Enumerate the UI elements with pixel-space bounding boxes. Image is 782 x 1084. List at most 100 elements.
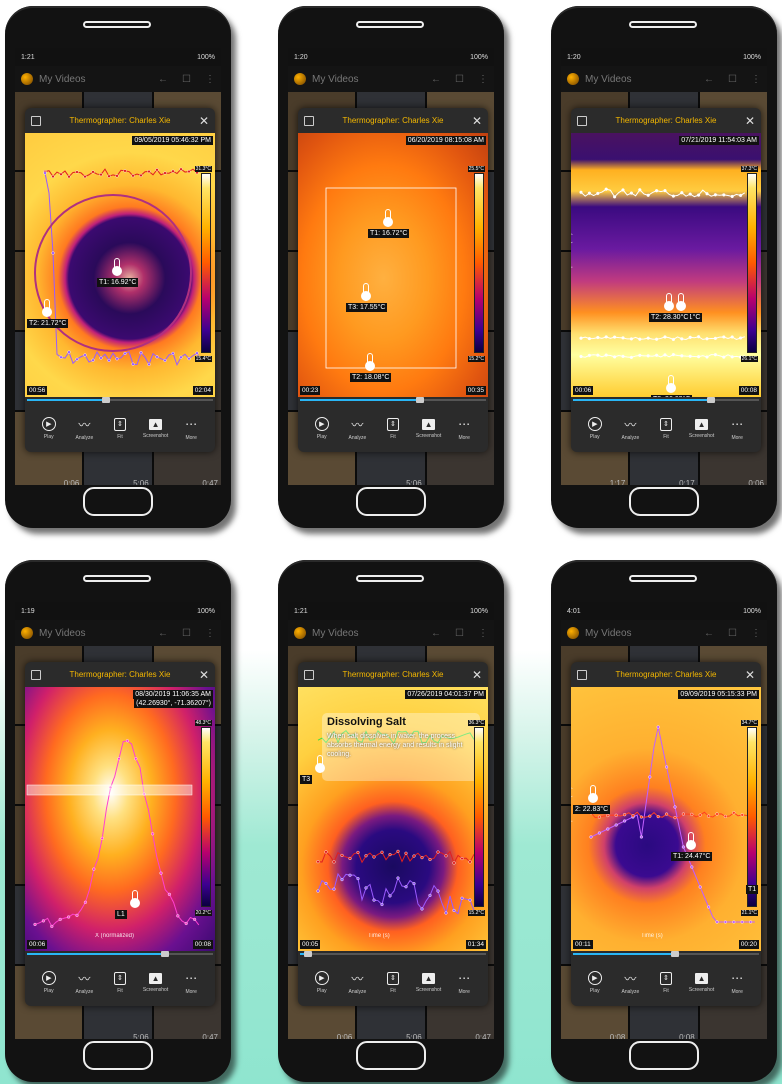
thermometer-icon[interactable] (129, 890, 139, 906)
screenshot-button[interactable]: ▲ Screenshot (139, 419, 173, 439)
home-button[interactable] (356, 487, 426, 516)
more-button[interactable]: ⋯ More (720, 970, 754, 995)
thermometer-icon[interactable] (360, 283, 370, 299)
select-icon[interactable]: ☐ (728, 628, 737, 639)
menu-icon[interactable]: ⋮ (478, 628, 488, 639)
back-icon[interactable]: ← (431, 628, 441, 639)
thermometer-icon[interactable] (41, 299, 51, 315)
thermometer-icon[interactable] (760, 865, 761, 881)
close-icon[interactable]: ✕ (199, 669, 209, 681)
more-button[interactable]: ⋯ More (447, 416, 481, 441)
back-icon[interactable]: ← (431, 74, 441, 85)
analyze-button[interactable]: 〰 Analyze (340, 970, 374, 995)
screenshot-button[interactable]: ▲ Screenshot (139, 973, 173, 993)
select-checkbox[interactable] (31, 116, 41, 126)
color-scale[interactable] (474, 727, 484, 907)
close-icon[interactable]: ✕ (745, 115, 755, 127)
home-button[interactable] (83, 1041, 153, 1070)
analyze-button[interactable]: 〰 Analyze (613, 416, 647, 441)
play-button[interactable]: ▶ Play (578, 971, 612, 994)
back-icon[interactable]: ← (158, 628, 168, 639)
play-button[interactable]: ▶ Play (32, 417, 66, 440)
select-checkbox[interactable] (577, 670, 587, 680)
thermometer-icon[interactable] (587, 785, 597, 801)
close-icon[interactable]: ✕ (472, 115, 482, 127)
select-checkbox[interactable] (577, 116, 587, 126)
more-button[interactable]: ⋯ More (174, 970, 208, 995)
play-button[interactable]: ▶ Play (32, 971, 66, 994)
color-scale[interactable] (474, 173, 484, 353)
seek-handle[interactable] (304, 951, 312, 957)
seek-handle[interactable] (416, 397, 424, 403)
fit-button[interactable]: ⇕ Fit (376, 972, 410, 994)
seek-bar[interactable] (571, 951, 761, 957)
select-checkbox[interactable] (304, 116, 314, 126)
thermometer-icon[interactable] (314, 755, 324, 771)
color-scale[interactable] (201, 173, 211, 353)
thermal-image[interactable]: 09/05/2019 05:46:32 PM 31.3°C 15.4°C T1:… (25, 133, 215, 397)
screenshot-button[interactable]: ▲ Screenshot (412, 419, 446, 439)
seek-bar[interactable] (298, 397, 488, 403)
menu-icon[interactable]: ⋮ (205, 74, 215, 85)
thermal-image[interactable]: 07/21/2019 11:54:03 AM Temperature (°C) … (571, 133, 761, 397)
home-button[interactable] (629, 1041, 699, 1070)
analyze-button[interactable]: 〰 Analyze (340, 416, 374, 441)
menu-icon[interactable]: ⋮ (751, 74, 761, 85)
close-icon[interactable]: ✕ (745, 669, 755, 681)
thermometer-icon[interactable] (675, 293, 685, 309)
more-button[interactable]: ⋯ More (447, 970, 481, 995)
seek-bar[interactable] (298, 951, 488, 957)
close-icon[interactable]: ✕ (199, 115, 209, 127)
seek-bar[interactable] (571, 397, 761, 403)
close-icon[interactable]: ✕ (472, 669, 482, 681)
thermal-image[interactable]: 06/20/2019 08:15:08 AM 25.5°C 15.2°C T1:… (298, 133, 488, 397)
seek-handle[interactable] (671, 951, 679, 957)
select-icon[interactable]: ☐ (455, 74, 464, 85)
back-icon[interactable]: ← (704, 628, 714, 639)
home-button[interactable] (629, 487, 699, 516)
thermometer-icon[interactable] (665, 375, 675, 391)
home-button[interactable] (356, 1041, 426, 1070)
seek-bar[interactable] (25, 951, 215, 957)
select-icon[interactable]: ☐ (455, 628, 464, 639)
menu-icon[interactable]: ⋮ (751, 628, 761, 639)
fit-button[interactable]: ⇕ Fit (649, 972, 683, 994)
thermometer-icon[interactable] (663, 293, 673, 309)
thermal-image[interactable]: 09/09/2019 05:15:33 PM Time (s) Temperatu… (571, 687, 761, 951)
annotation-box[interactable]: Dissolving Salt When salt dissolves in wa… (322, 713, 480, 781)
seek-handle[interactable] (102, 397, 110, 403)
play-button[interactable]: ▶ Play (305, 971, 339, 994)
fit-button[interactable]: ⇕ Fit (649, 418, 683, 440)
color-scale[interactable] (747, 727, 757, 907)
select-icon[interactable]: ☐ (728, 74, 737, 85)
menu-icon[interactable]: ⋮ (478, 74, 488, 85)
screenshot-button[interactable]: ▲ Screenshot (412, 973, 446, 993)
seek-handle[interactable] (707, 397, 715, 403)
thermometer-icon[interactable] (685, 832, 695, 848)
play-button[interactable]: ▶ Play (305, 417, 339, 440)
screenshot-button[interactable]: ▲ Screenshot (685, 419, 719, 439)
thermometer-icon[interactable] (111, 258, 121, 274)
thermal-image[interactable]: 08/30/2019 11:06:35 AM (42.26930°, -71.3… (25, 687, 215, 951)
analyze-button[interactable]: 〰 Analyze (613, 970, 647, 995)
analyze-button[interactable]: 〰 Analyze (67, 970, 101, 995)
thermometer-icon[interactable] (382, 209, 392, 225)
menu-icon[interactable]: ⋮ (205, 628, 215, 639)
thermometer-icon[interactable] (364, 353, 374, 369)
seek-bar[interactable] (25, 397, 215, 403)
select-icon[interactable]: ☐ (182, 628, 191, 639)
screenshot-button[interactable]: ▲ Screenshot (685, 973, 719, 993)
fit-button[interactable]: ⇕ Fit (376, 418, 410, 440)
thermal-image[interactable]: 07/26/2019 04:01:37 PM Time (s) Dissolvin… (298, 687, 488, 951)
seek-handle[interactable] (161, 951, 169, 957)
analyze-button[interactable]: 〰 Analyze (67, 416, 101, 441)
select-icon[interactable]: ☐ (182, 74, 191, 85)
home-button[interactable] (83, 487, 153, 516)
color-scale[interactable] (747, 173, 757, 353)
play-button[interactable]: ▶ Play (578, 417, 612, 440)
back-icon[interactable]: ← (704, 74, 714, 85)
fit-button[interactable]: ⇕ Fit (103, 972, 137, 994)
more-button[interactable]: ⋯ More (174, 416, 208, 441)
fit-button[interactable]: ⇕ Fit (103, 418, 137, 440)
color-scale[interactable] (201, 727, 211, 907)
